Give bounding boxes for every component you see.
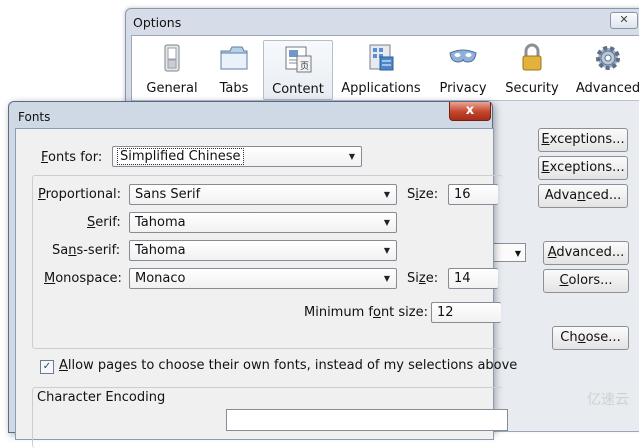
watermark-text: 亿速云	[587, 392, 629, 408]
pane-general[interactable]: General	[139, 40, 205, 98]
fonts-for-select[interactable]: Simplified Chinese ▼	[112, 146, 362, 167]
monospace-size-select[interactable]: 14	[448, 268, 498, 289]
pane-content-label: Content	[272, 82, 324, 97]
pane-tabs[interactable]: Tabs	[208, 40, 260, 98]
advanced-button-2[interactable]: Advanced...	[543, 241, 629, 265]
tabs-icon	[220, 46, 248, 70]
fonts-dialog-client: Fonts for: Simplified Chinese ▼ Proportio…	[15, 128, 517, 448]
pane-security[interactable]: Security	[504, 40, 560, 98]
monospace-size-label: Size:	[407, 271, 439, 286]
monospace-label: Monospace:	[44, 271, 122, 286]
colors-button[interactable]: Colors...	[543, 269, 629, 293]
svg-text:页: 页	[300, 61, 309, 72]
character-encoding-select[interactable]	[226, 409, 508, 431]
choose-button[interactable]: Choose...	[552, 326, 629, 350]
proportional-size-label: Size:	[407, 187, 439, 202]
pane-privacy-label: Privacy	[439, 81, 487, 96]
sans-serif-label: Sans-serif:	[52, 243, 121, 258]
fonts-for-label: Fonts for:	[41, 150, 103, 165]
sans-serif-select[interactable]: Tahoma ▼	[129, 240, 397, 261]
fonts-close-button[interactable]: x	[449, 102, 491, 121]
pane-advanced[interactable]: Advanced	[573, 40, 639, 98]
fonts-dialog-title: Fonts	[18, 110, 51, 124]
minimum-font-size-label: Minimum font size:	[304, 305, 428, 320]
pane-security-label: Security	[505, 81, 559, 96]
general-switch-icon	[164, 44, 180, 72]
allow-pages-fonts-checkbox[interactable]: ✓	[40, 360, 54, 374]
fonts-dialog: Fonts x Fonts for: Simplified Chinese ▼ P…	[8, 101, 517, 448]
advanced-button-1[interactable]: Advanced...	[538, 184, 628, 208]
pane-general-label: General	[146, 81, 198, 96]
security-lock-icon	[522, 43, 542, 71]
serif-select[interactable]: Tahoma ▼	[129, 212, 397, 233]
options-window-title: Options	[133, 15, 182, 30]
proportional-select[interactable]: Sans Serif ▼	[129, 184, 397, 205]
pane-privacy[interactable]: Privacy	[437, 40, 489, 98]
options-pane-toolbar: General Tabs 页 Content Applications Priv…	[132, 36, 639, 101]
pane-content[interactable]: 页 Content	[263, 40, 333, 100]
proportional-label: Proportional:	[38, 187, 122, 202]
pane-applications[interactable]: Applications	[339, 40, 423, 98]
pane-advanced-label: Advanced	[575, 81, 639, 96]
serif-label: Serif:	[87, 215, 121, 230]
advanced-gear-icon	[596, 46, 620, 70]
monospace-select[interactable]: Monaco ▼	[129, 268, 397, 289]
exceptions-button-2[interactable]: Exceptions...	[538, 156, 628, 180]
allow-pages-fonts-label: Allow pages to choose their own fonts, i…	[59, 358, 518, 373]
content-page-icon: 页	[285, 46, 312, 73]
character-encoding-heading: Character Encoding	[37, 390, 166, 405]
pane-tabs-label: Tabs	[219, 81, 249, 96]
pane-applications-label: Applications	[341, 81, 421, 96]
exceptions-button-1[interactable]: Exceptions...	[538, 128, 628, 152]
proportional-size-select[interactable]: 16	[448, 184, 498, 205]
applications-icon	[369, 44, 394, 71]
minimum-font-size-select[interactable]: 12	[431, 302, 501, 323]
privacy-mask-icon	[449, 49, 477, 63]
options-close-button[interactable]: ✕	[610, 12, 638, 29]
